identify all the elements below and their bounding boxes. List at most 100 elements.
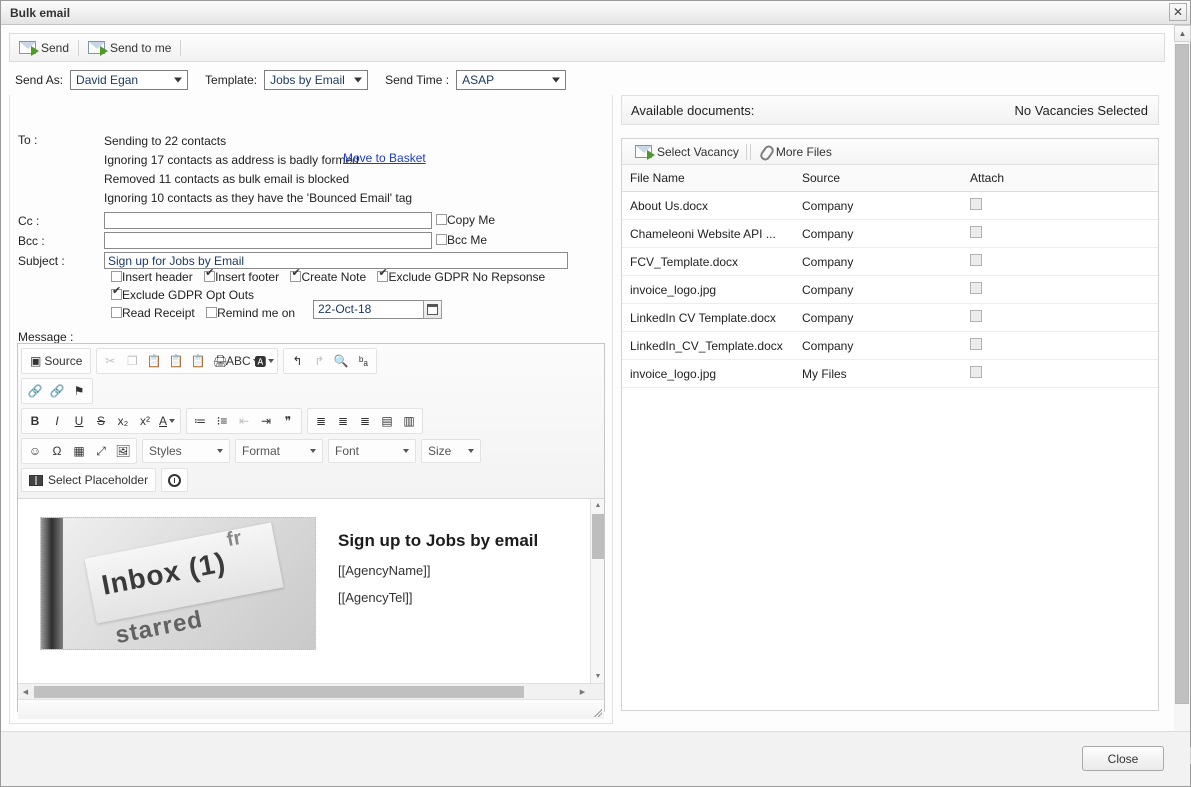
template-dropdown[interactable]: Jobs by Email bbox=[264, 70, 369, 90]
scrollbar-thumb[interactable] bbox=[592, 514, 604, 559]
calendar-icon[interactable] bbox=[423, 300, 442, 319]
scroll-up-icon[interactable]: ▲ bbox=[1174, 25, 1191, 42]
page-scrollbar[interactable]: ▲ ▼ bbox=[1173, 25, 1191, 764]
smiley-icon[interactable]: ☺ bbox=[24, 440, 46, 462]
table-row[interactable]: LinkedIn_CV_Template.docx Company bbox=[622, 331, 1158, 360]
superscript-icon[interactable]: x² bbox=[134, 410, 156, 432]
exclude-gdpr-no-response-label[interactable]: Exclude GDPR No Repsonse bbox=[388, 270, 545, 284]
scroll-down-icon[interactable]: ▼ bbox=[591, 670, 604, 683]
remind-me-label[interactable]: Remind me on bbox=[217, 306, 295, 320]
special-char-icon[interactable]: Ω bbox=[46, 440, 68, 462]
copy-me-label[interactable]: Copy Me bbox=[447, 213, 495, 227]
exclude-gdpr-opt-outs-checkbox[interactable] bbox=[111, 286, 122, 300]
send-time-dropdown[interactable]: ASAP bbox=[456, 70, 567, 90]
numbered-list-icon[interactable]: ≔ bbox=[189, 410, 211, 432]
copy-icon[interactable]: ❐ bbox=[121, 350, 143, 372]
send-button[interactable]: Send bbox=[10, 34, 78, 61]
attach-checkbox[interactable] bbox=[970, 226, 982, 238]
italic-icon[interactable]: I bbox=[46, 410, 68, 432]
editor-body[interactable]: Inbox (1) starred fr Sign up to Jobs by … bbox=[18, 499, 604, 699]
text-color-icon[interactable]: 🅰 bbox=[253, 350, 275, 372]
create-note-label[interactable]: Create Note bbox=[301, 270, 366, 284]
table-row[interactable]: invoice_logo.jpg My Files bbox=[622, 359, 1158, 388]
attach-checkbox[interactable] bbox=[970, 254, 982, 266]
more-files-button[interactable]: More Files bbox=[751, 140, 839, 164]
paste-text-icon[interactable]: 📋 bbox=[165, 350, 187, 372]
table-row[interactable]: About Us.docx Company bbox=[622, 191, 1158, 220]
attach-checkbox[interactable] bbox=[970, 198, 982, 210]
align-all-icon[interactable]: ▥ bbox=[398, 410, 420, 432]
scroll-left-icon[interactable]: ◀ bbox=[18, 684, 33, 699]
read-receipt-checkbox[interactable] bbox=[111, 307, 122, 318]
paste-word-icon[interactable]: 📋 bbox=[187, 350, 209, 372]
link-icon[interactable]: 🔗 bbox=[24, 380, 46, 402]
align-right-icon[interactable]: ≣ bbox=[354, 410, 376, 432]
select-vacancy-button[interactable]: Select Vacancy bbox=[628, 140, 746, 164]
font-color-icon[interactable]: A bbox=[156, 410, 178, 432]
underline-icon[interactable]: U bbox=[68, 410, 90, 432]
attach-checkbox[interactable] bbox=[970, 338, 982, 350]
insert-footer-checkbox[interactable] bbox=[204, 268, 216, 282]
bulleted-list-icon[interactable]: ⁝≡ bbox=[211, 410, 233, 432]
subscript-icon[interactable]: x₂ bbox=[112, 410, 134, 432]
copy-me-checkbox[interactable] bbox=[436, 214, 447, 225]
close-icon[interactable]: ✕ bbox=[1169, 3, 1187, 21]
paste-icon[interactable]: 📋 bbox=[143, 350, 165, 372]
scroll-up-icon[interactable]: ▲ bbox=[591, 499, 604, 512]
read-receipt-label[interactable]: Read Receipt bbox=[122, 306, 195, 320]
indent-icon[interactable]: ⇥ bbox=[255, 410, 277, 432]
send-to-me-button[interactable]: Send to me bbox=[79, 34, 180, 61]
editor-canvas[interactable]: Inbox (1) starred fr Sign up to Jobs by … bbox=[18, 499, 590, 683]
timer-button[interactable] bbox=[161, 468, 189, 492]
find-icon[interactable]: 🔍 bbox=[330, 350, 352, 372]
bcc-me-checkbox[interactable] bbox=[436, 234, 447, 245]
bold-icon[interactable]: B bbox=[24, 410, 46, 432]
table-row[interactable]: invoice_logo.jpg Company bbox=[622, 275, 1158, 304]
cc-input[interactable] bbox=[104, 212, 432, 229]
maximize-icon[interactable]: ⤢ bbox=[90, 440, 112, 462]
size-dropdown[interactable]: Size bbox=[421, 439, 481, 463]
create-note-checkbox[interactable] bbox=[290, 268, 302, 282]
blockquote-icon[interactable]: ❞ bbox=[277, 410, 299, 432]
spellcheck-icon[interactable]: ABC bbox=[226, 350, 259, 372]
attach-checkbox[interactable] bbox=[970, 366, 982, 378]
styles-dropdown[interactable]: Styles bbox=[142, 439, 230, 463]
insert-header-checkbox[interactable] bbox=[111, 271, 122, 282]
outdent-icon[interactable]: ⇤ bbox=[233, 410, 255, 432]
scroll-right-icon[interactable]: ▶ bbox=[575, 684, 590, 699]
align-left-icon[interactable]: ≣ bbox=[310, 410, 332, 432]
insert-header-label[interactable]: Insert header bbox=[122, 270, 193, 284]
attach-checkbox[interactable] bbox=[970, 282, 982, 294]
exclude-gdpr-no-response-checkbox[interactable] bbox=[377, 268, 389, 282]
attach-checkbox[interactable] bbox=[970, 310, 982, 322]
unlink-icon[interactable]: 🔗 bbox=[46, 380, 68, 402]
remind-me-checkbox[interactable] bbox=[206, 307, 218, 318]
remind-date-value[interactable]: 22-Oct-18 bbox=[313, 300, 428, 319]
replace-icon[interactable]: ᵇₐ bbox=[352, 350, 374, 372]
move-to-basket-link[interactable]: Move to Basket bbox=[343, 151, 426, 165]
table-row[interactable]: FCV_Template.docx Company bbox=[622, 247, 1158, 276]
editor-vertical-scrollbar[interactable]: ▲ ▼ bbox=[590, 499, 604, 683]
undo-icon[interactable]: ↰ bbox=[286, 350, 308, 372]
close-button[interactable]: Close bbox=[1082, 746, 1164, 771]
redo-icon[interactable]: ↱ bbox=[308, 350, 330, 372]
cut-icon[interactable]: ✂ bbox=[99, 350, 121, 372]
exclude-gdpr-opt-outs-label[interactable]: Exclude GDPR Opt Outs bbox=[122, 288, 254, 302]
table-icon[interactable]: ▦ bbox=[68, 440, 90, 462]
source-button[interactable]: ▣ Source bbox=[24, 350, 88, 372]
scrollbar-thumb[interactable] bbox=[34, 686, 524, 698]
insert-footer-label[interactable]: Insert footer bbox=[215, 270, 279, 284]
subject-input[interactable] bbox=[104, 252, 568, 269]
table-row[interactable]: Chameleoni Website API ... Company bbox=[622, 219, 1158, 248]
select-placeholder-button[interactable]: Select Placeholder bbox=[21, 468, 157, 492]
resize-grip[interactable] bbox=[593, 708, 602, 717]
strikethrough-icon[interactable]: S bbox=[90, 410, 112, 432]
send-as-dropdown[interactable]: David Egan bbox=[70, 70, 189, 90]
scrollbar-thumb[interactable] bbox=[1175, 44, 1189, 704]
bcc-me-label[interactable]: Bcc Me bbox=[447, 233, 487, 247]
anchor-icon[interactable]: ⚑ bbox=[68, 380, 90, 402]
align-center-icon[interactable]: ≣ bbox=[332, 410, 354, 432]
table-row[interactable]: LinkedIn CV Template.docx Company bbox=[622, 303, 1158, 332]
image-icon[interactable]: 🖼 bbox=[112, 440, 134, 462]
bcc-input[interactable] bbox=[104, 232, 432, 249]
